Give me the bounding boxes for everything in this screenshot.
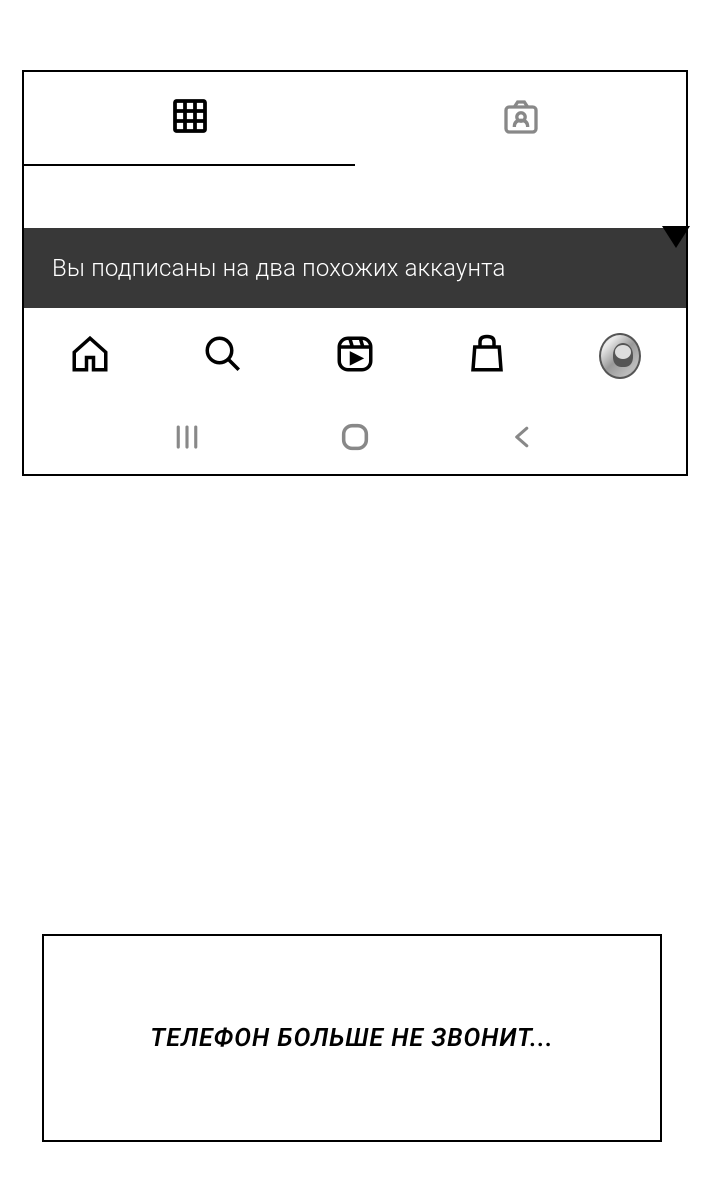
- system-nav-bar: [24, 404, 686, 474]
- comic-caption-box: ТЕЛЕФОН БОЛЬШЕ НЕ ЗВОНИТ...: [42, 934, 662, 1142]
- tab-posts-grid[interactable]: [24, 72, 355, 166]
- shop-icon: [466, 333, 508, 379]
- reels-icon: [334, 333, 376, 379]
- back-icon: [508, 437, 538, 456]
- back-button[interactable]: [508, 422, 538, 456]
- grid-icon: [172, 98, 208, 138]
- speech-pointer: [662, 226, 690, 248]
- profile-avatar: [599, 333, 641, 379]
- toast-notification: Вы подписаны на два похожих аккаунта: [24, 228, 686, 308]
- toast-message: Вы подписаны на два похожих аккаунта: [52, 254, 506, 282]
- app-bottom-nav: [24, 308, 686, 404]
- tagged-icon: [501, 97, 541, 141]
- caption-text: ТЕЛЕФОН БОЛЬШЕ НЕ ЗВОНИТ...: [150, 1024, 553, 1053]
- tab-tagged[interactable]: [355, 72, 686, 166]
- nav-search[interactable]: [202, 335, 244, 377]
- recents-icon: [172, 437, 202, 456]
- home-system-button[interactable]: [338, 420, 372, 458]
- profile-tabs: [24, 72, 686, 166]
- search-icon: [202, 333, 244, 379]
- nav-shop[interactable]: [466, 335, 508, 377]
- nav-home[interactable]: [69, 335, 111, 377]
- recents-button[interactable]: [172, 422, 202, 456]
- content-area: [24, 166, 686, 228]
- home-icon: [69, 333, 111, 379]
- nav-reels[interactable]: [334, 335, 376, 377]
- phone-screenshot: Вы подписаны на два похожих аккаунта: [22, 70, 688, 476]
- home-system-icon: [338, 439, 372, 458]
- nav-profile[interactable]: [599, 335, 641, 377]
